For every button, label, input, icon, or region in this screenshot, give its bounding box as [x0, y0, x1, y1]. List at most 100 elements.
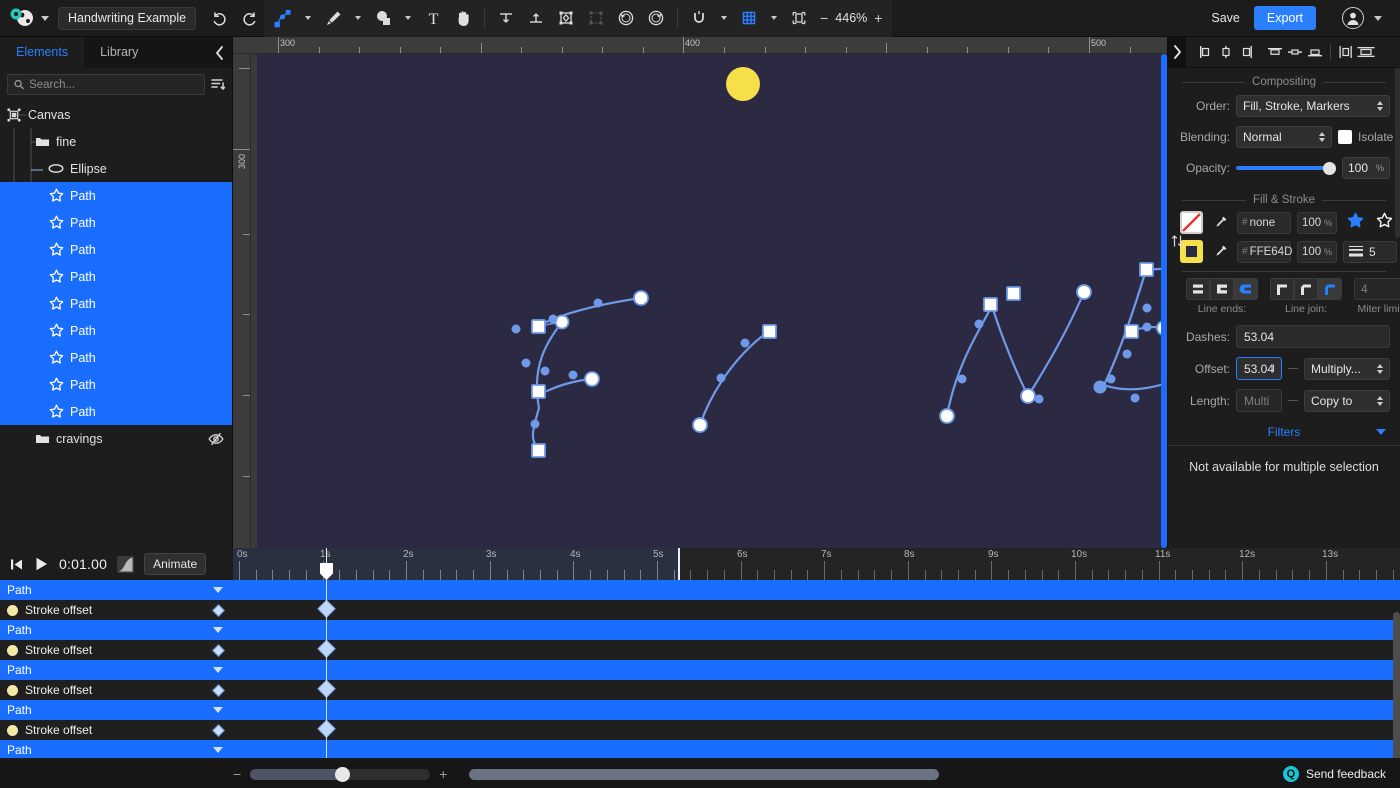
line-end-butt-button[interactable] — [1186, 278, 1210, 300]
add-keyframe-icon[interactable] — [212, 723, 225, 737]
shape-tool-caret-icon[interactable] — [405, 16, 412, 20]
tree-item-canvas[interactable]: Canvas — [0, 101, 232, 128]
visibility-hidden-icon[interactable] — [208, 432, 224, 446]
app-logo-icon[interactable] — [8, 7, 34, 29]
tree-item-path[interactable]: Path — [0, 263, 232, 290]
align-middle-vertical-icon[interactable] — [1285, 37, 1305, 68]
track-expand-icon[interactable] — [213, 587, 223, 593]
tree-item-path[interactable]: Path — [0, 371, 232, 398]
align-right-edge-icon[interactable] — [1236, 37, 1256, 68]
timeline-track-row[interactable]: Path — [0, 700, 1400, 720]
isolate-checkbox[interactable] — [1338, 130, 1352, 144]
timeline-horizontal-scrollbar[interactable] — [469, 768, 940, 780]
length-action-select[interactable]: Copy to — [1304, 389, 1390, 412]
track-name-cell[interactable]: Path — [0, 620, 233, 640]
track-name-cell[interactable]: Path — [0, 580, 233, 600]
rotate-cw-icon[interactable] — [641, 0, 671, 37]
add-keyframe-icon[interactable] — [212, 683, 225, 697]
tree-item-path[interactable]: Path — [0, 290, 232, 317]
text-tool-icon[interactable]: T — [418, 0, 448, 37]
track-lane[interactable] — [233, 719, 1400, 740]
timeline-vertical-scrollbar[interactable] — [1393, 612, 1400, 758]
easing-curve-icon[interactable] — [117, 555, 135, 573]
track-expand-icon[interactable] — [213, 667, 223, 673]
track-expand-icon[interactable] — [213, 627, 223, 633]
align-top-icon[interactable] — [491, 0, 521, 37]
track-lane[interactable] — [233, 580, 1400, 600]
pen-tool-caret-icon[interactable] — [355, 16, 362, 20]
stroke-hex-input[interactable]: # FFE64D — [1237, 240, 1292, 263]
save-button[interactable]: Save — [1201, 6, 1250, 30]
add-keyframe-icon[interactable] — [212, 603, 225, 617]
align-top-edge-icon[interactable] — [1265, 37, 1285, 68]
sort-list-icon[interactable] — [211, 78, 225, 91]
export-button[interactable]: Export — [1253, 6, 1316, 30]
track-name-cell[interactable]: Path — [0, 660, 233, 680]
horizontal-ruler[interactable]: 300 400 500 — [233, 37, 1167, 54]
tree-item-path[interactable]: Path — [0, 236, 232, 263]
fill-alpha-input[interactable]: 100 % — [1297, 211, 1337, 234]
track-name-cell[interactable]: Stroke offset — [0, 600, 233, 620]
fit-to-view-icon[interactable] — [784, 0, 814, 37]
right-panel-scrollbar[interactable] — [1395, 68, 1400, 238]
distribute-horizontal-icon[interactable] — [1336, 37, 1356, 68]
offset-input[interactable]: 53.04 I — [1236, 357, 1282, 380]
opacity-slider[interactable] — [1236, 161, 1336, 175]
add-keyframe-icon[interactable] — [212, 643, 225, 657]
animate-button[interactable]: Animate — [144, 553, 207, 575]
skip-to-start-icon[interactable] — [9, 557, 24, 572]
track-lane[interactable] — [233, 660, 1400, 680]
tree-item-ellipse[interactable]: Ellipse — [0, 155, 232, 182]
timeline-ruler[interactable]: 0s 1s 2s 3s 4s 5s 6s 7s 8s 9s 10s 11s 12… — [233, 548, 1400, 580]
redo-button[interactable] — [234, 0, 264, 37]
track-expand-icon[interactable] — [213, 747, 223, 753]
tab-library[interactable]: Library — [84, 37, 154, 68]
line-join-miter-button[interactable] — [1270, 278, 1294, 300]
undo-button[interactable] — [204, 0, 234, 37]
expand-right-panel-button[interactable] — [1168, 36, 1186, 68]
track-lane[interactable] — [233, 620, 1400, 640]
search-input-wrapper[interactable] — [7, 74, 205, 95]
timeline-track-row[interactable]: Stroke offset — [0, 679, 1400, 700]
order-select[interactable]: Fill, Stroke, Markers — [1236, 95, 1390, 117]
track-lane[interactable] — [233, 639, 1400, 660]
offset-action-select[interactable]: Multiply... — [1304, 357, 1390, 380]
avatar[interactable] — [1342, 7, 1364, 29]
distribute-vertical-icon[interactable] — [1356, 37, 1376, 68]
line-join-round-button[interactable] — [1318, 278, 1342, 300]
timeline-zoom-in-button[interactable]: + — [439, 766, 447, 782]
zoom-slider-track[interactable] — [250, 766, 431, 782]
current-time-display[interactable]: 0:01.00 — [59, 556, 107, 572]
fill-none-icon[interactable] — [1376, 212, 1393, 234]
tree-item-path[interactable]: Path — [0, 398, 232, 425]
zoom-level-value[interactable]: 446% — [835, 11, 867, 25]
blending-select[interactable]: Normal — [1236, 126, 1332, 148]
artwork-fine-paths[interactable] — [257, 54, 1167, 548]
track-name-cell[interactable]: Path — [0, 700, 233, 720]
fill-solid-icon[interactable] — [1347, 212, 1364, 234]
fill-hex-input[interactable]: # none — [1237, 211, 1291, 234]
zoom-control[interactable]: − 446% + — [814, 10, 888, 26]
track-lane[interactable] — [233, 700, 1400, 720]
timeline-zoom-out-button[interactable]: − — [233, 766, 241, 782]
tab-elements[interactable]: Elements — [0, 37, 85, 68]
pen-tool-icon[interactable] — [318, 0, 348, 37]
tree-item-path[interactable]: Path — [0, 182, 232, 209]
timeline-track-row[interactable]: Stroke offset — [0, 639, 1400, 660]
tree-item-cravings[interactable]: cravings — [0, 425, 232, 452]
zoom-out-button[interactable]: − — [820, 10, 828, 26]
tree-item-fine[interactable]: fine — [0, 128, 232, 155]
miter-limit-input[interactable]: 4 — [1354, 278, 1400, 300]
grid-caret-icon[interactable] — [771, 16, 778, 20]
track-name-cell[interactable]: Path — [0, 740, 233, 758]
opacity-value-input[interactable]: 100 % — [1342, 157, 1390, 179]
logo-dropdown-caret-icon[interactable] — [41, 15, 49, 21]
fill-eyedropper-icon[interactable] — [1209, 211, 1231, 234]
vertical-ruler[interactable]: 300 — [233, 54, 251, 548]
timeline-track-row[interactable]: Path — [0, 620, 1400, 640]
stroke-alpha-input[interactable]: 100 % — [1297, 240, 1337, 263]
fill-swatch[interactable] — [1180, 211, 1203, 234]
track-name-cell[interactable]: Stroke offset — [0, 640, 233, 660]
timeline-track-row[interactable]: Stroke offset — [0, 599, 1400, 620]
tree-item-path[interactable]: Path — [0, 209, 232, 236]
